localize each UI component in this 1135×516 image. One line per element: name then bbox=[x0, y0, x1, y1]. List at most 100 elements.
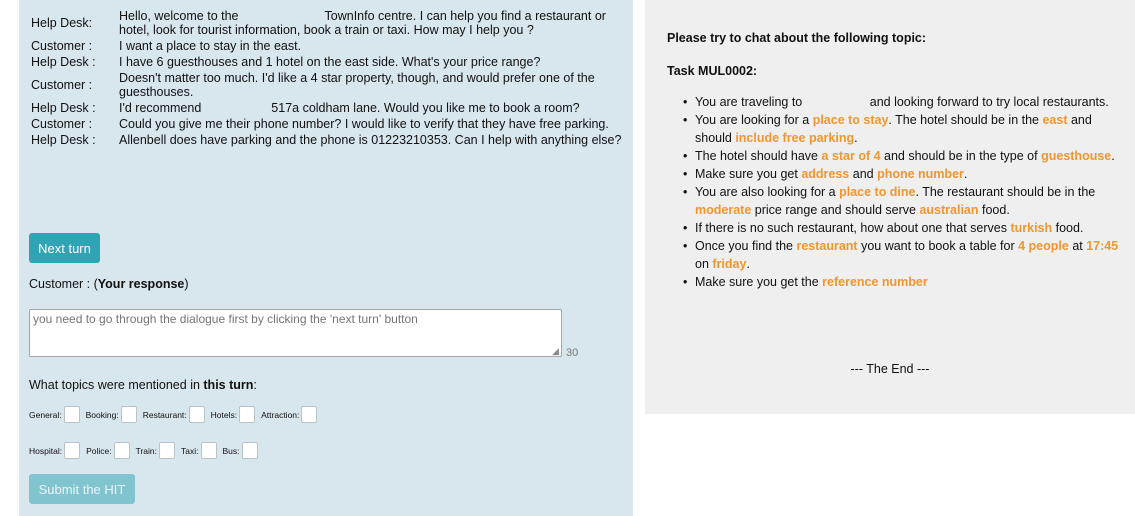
dialogue-turn: Help Desk : I have 6 guesthouses and 1 ho… bbox=[31, 55, 626, 69]
checkbox-box[interactable] bbox=[113, 442, 130, 459]
goal-highlight: moderate bbox=[695, 203, 752, 217]
goal-text: on bbox=[695, 257, 713, 271]
utterance: Could you give me their phone number? I … bbox=[119, 117, 609, 131]
task-goal-item: Make sure you get the reference number bbox=[681, 273, 1127, 291]
speaker-label: Help Desk : bbox=[31, 101, 96, 115]
topic-checkbox[interactable]: Hospital: bbox=[29, 442, 81, 459]
utterance: I have 6 guesthouses and 1 hotel on the … bbox=[119, 55, 541, 69]
checkbox-box[interactable] bbox=[159, 442, 176, 459]
topic-checkbox-label: Booking: bbox=[85, 409, 119, 420]
dialogue-turn: Customer : I want a place to stay in the … bbox=[31, 39, 626, 53]
response-input[interactable] bbox=[29, 309, 562, 357]
topic-checkbox-label: Police: bbox=[86, 445, 112, 456]
task-goal-item: You are traveling to and looking forward… bbox=[681, 93, 1127, 111]
checkbox-box[interactable] bbox=[241, 442, 258, 459]
topic-checkbox-label: Hotels: bbox=[210, 409, 238, 420]
goal-text: price range and should serve bbox=[751, 203, 920, 217]
task-goal-item: Once you find the restaurant you want to… bbox=[681, 237, 1127, 273]
goal-text: at bbox=[1068, 239, 1087, 253]
goal-text: . bbox=[963, 167, 968, 181]
goal-text: and should be in the type of bbox=[880, 149, 1042, 163]
goal-highlight: 17:45 bbox=[1086, 239, 1119, 253]
char-count: 30 bbox=[566, 347, 579, 359]
goal-text: You are looking for a bbox=[695, 113, 813, 127]
topic-checkbox[interactable]: Train: bbox=[135, 442, 176, 459]
utterance: I want a place to stay in the east. bbox=[119, 39, 302, 53]
topic-checkbox-label: General: bbox=[29, 409, 62, 420]
goal-text: food. bbox=[1052, 221, 1084, 235]
goal-text: . The hotel should be in the bbox=[888, 113, 1043, 127]
topic-checkbox[interactable]: Restaurant: bbox=[143, 406, 205, 423]
goal-text: . The restaurant should be in the bbox=[915, 185, 1096, 199]
checkbox-box[interactable] bbox=[301, 406, 318, 423]
dialogue-turn: Help Desk : I'd recommend 517a coldham lan… bbox=[31, 101, 626, 115]
speaker-label: Help Desk : bbox=[31, 55, 96, 69]
topic-checkbox[interactable]: Hotels: bbox=[210, 406, 256, 423]
task-instructions-panel: Please try to chat about the following t… bbox=[645, 0, 1135, 414]
topic-checkbox-label: Hospital: bbox=[29, 445, 63, 456]
dialogue-turn: Customer : Doesn't matter too much. I'd l… bbox=[31, 71, 626, 99]
task-goal-item: You are looking for a place to stay. The… bbox=[681, 111, 1127, 147]
task-goal-item: You are also looking for a place to dine… bbox=[681, 183, 1127, 219]
task-heading: Please try to chat about the following t… bbox=[667, 31, 927, 45]
topic-checkbox[interactable]: Taxi: bbox=[181, 442, 217, 459]
response-label: Customer : (Your response) bbox=[29, 277, 189, 291]
utterance: Doesn't matter too much. I'd like a 4 st… bbox=[119, 71, 595, 99]
topic-checkbox-label: Train: bbox=[135, 445, 158, 456]
dialogue-turn: Customer : Could you give me their phone … bbox=[31, 117, 626, 131]
task-end-marker: --- The End --- bbox=[850, 362, 930, 376]
speaker-label: Customer : bbox=[31, 78, 93, 92]
goal-highlight: australian bbox=[919, 203, 979, 217]
goal-highlight: east bbox=[1042, 113, 1068, 127]
goal-highlight: 4 people bbox=[1018, 239, 1069, 253]
dialogue-history: Help Desk: Hello, welcome to the TownInfo … bbox=[31, 9, 626, 149]
goal-text: The hotel should have bbox=[695, 149, 822, 163]
goal-text: Once you find the bbox=[695, 239, 797, 253]
goal-highlight: a star of 4 bbox=[821, 149, 881, 163]
goal-text: You are traveling to bbox=[695, 95, 803, 109]
goal-highlight: place to stay bbox=[812, 113, 889, 127]
submit-hit-button[interactable]: Submit the HIT bbox=[29, 474, 135, 504]
checkbox-box[interactable] bbox=[64, 442, 81, 459]
goal-text: Make sure you get bbox=[695, 167, 802, 181]
checkbox-box[interactable] bbox=[63, 406, 80, 423]
topic-checkbox[interactable]: Attraction: bbox=[261, 406, 318, 423]
goal-highlight: include free parking bbox=[735, 131, 855, 145]
topic-checkbox-label: Restaurant: bbox=[142, 409, 187, 420]
dialogue-turn: Help Desk : Allenbell does have parking a… bbox=[31, 133, 626, 147]
goal-text: . bbox=[854, 131, 858, 145]
goal-highlight: place to dine bbox=[839, 185, 916, 199]
topic-checkbox-row: General: Booking: Restaurant: Hotels: Attrac… bbox=[29, 406, 323, 423]
checkbox-box[interactable] bbox=[200, 442, 217, 459]
goal-text: and looking forward to try local restaur… bbox=[866, 95, 1109, 109]
checkbox-box[interactable] bbox=[188, 406, 205, 423]
goal-text: . bbox=[746, 257, 750, 271]
resize-grip-icon[interactable]: ◢ bbox=[552, 347, 561, 356]
task-goal-item: The hotel should have a star of 4 and sh… bbox=[681, 147, 1127, 165]
utterance: Allenbell does have parking and the phon… bbox=[119, 133, 622, 147]
topic-checkbox[interactable]: General: bbox=[29, 406, 80, 423]
goal-text: and bbox=[849, 167, 878, 181]
goal-highlight: friday bbox=[712, 257, 747, 271]
topic-checkbox[interactable]: Booking: bbox=[86, 406, 137, 423]
task-goal-item: If there is no such restaurant, how abou… bbox=[681, 219, 1127, 237]
topic-checkbox[interactable]: Bus: bbox=[223, 442, 258, 459]
topics-label: What topics were mentioned in this turn: bbox=[29, 378, 257, 392]
topic-checkbox-label: Attraction: bbox=[261, 409, 300, 420]
task-goal-item: Make sure you get address and phone numb… bbox=[681, 165, 1127, 183]
goal-highlight: phone number bbox=[877, 167, 964, 181]
checkbox-box[interactable] bbox=[120, 406, 137, 423]
task-id: Task MUL0002: bbox=[667, 64, 758, 78]
dialogue-turn: Help Desk: Hello, welcome to the TownInfo … bbox=[31, 9, 626, 37]
topic-checkbox[interactable]: Police: bbox=[86, 442, 130, 459]
speaker-label: Customer : bbox=[31, 117, 93, 131]
topic-checkbox-label: Bus: bbox=[222, 445, 240, 456]
next-turn-button[interactable]: Next turn bbox=[29, 233, 100, 263]
checkbox-box[interactable] bbox=[239, 406, 256, 423]
goal-text: You are also looking for a bbox=[695, 185, 840, 199]
topic-checkbox-row: Hospital: Police: Train: Taxi: Bus: bbox=[29, 442, 264, 459]
speaker-label: Customer : bbox=[31, 39, 93, 53]
goal-highlight: turkish bbox=[1010, 221, 1053, 235]
goal-highlight: guesthouse bbox=[1041, 149, 1112, 163]
goal-highlight: restaurant bbox=[796, 239, 858, 253]
